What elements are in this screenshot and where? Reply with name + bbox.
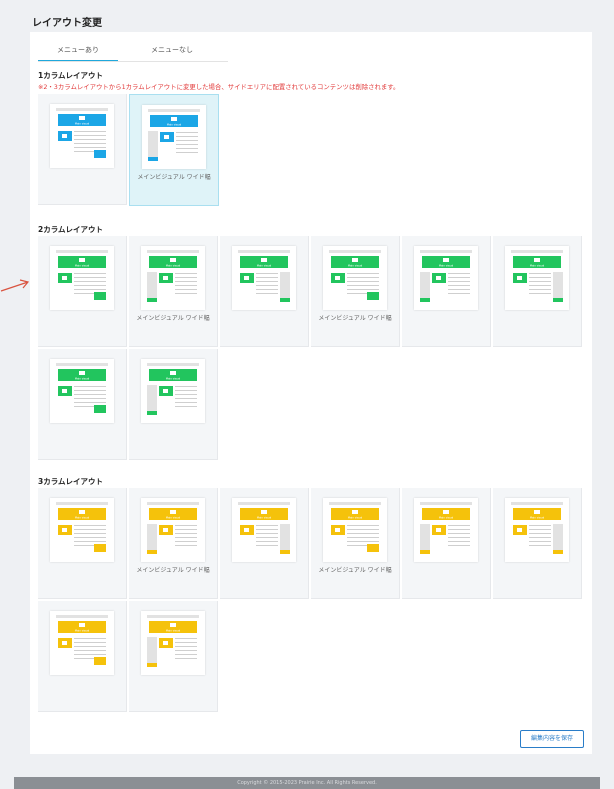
tab-without-menu[interactable]: メニューなし bbox=[132, 40, 212, 60]
layout-option-card[interactable]: Main visual メインビジュアル ワイド幅 bbox=[311, 236, 400, 347]
layout-option-card[interactable]: Main visual bbox=[493, 488, 582, 599]
section-title-two-column: 2カラムレイアウト bbox=[38, 225, 103, 234]
layout-thumbnail: Main visual bbox=[232, 246, 296, 310]
svg-text:Main visual: Main visual bbox=[166, 264, 181, 268]
layout-thumbnail: Main visual bbox=[50, 104, 114, 168]
svg-text:Main visual: Main visual bbox=[530, 516, 545, 520]
layout-option-label: メインビジュアル ワイド幅 bbox=[318, 567, 392, 574]
svg-text:Main visual: Main visual bbox=[257, 264, 272, 268]
svg-text:Main visual: Main visual bbox=[439, 264, 454, 268]
layout-option-card[interactable]: Main visual bbox=[38, 94, 127, 205]
layout-thumbnail: Main visual bbox=[414, 246, 478, 310]
tab-divider bbox=[38, 61, 228, 62]
layout-thumbnail: Main visual bbox=[50, 611, 114, 675]
layout-thumbnail: Main visual bbox=[141, 498, 205, 562]
layout-thumbnail: Main visual bbox=[505, 246, 569, 310]
layout-option-card[interactable]: Main visual bbox=[493, 236, 582, 347]
layout-thumbnail: Main visual bbox=[323, 498, 387, 562]
layout-option-card[interactable]: Main visual bbox=[38, 601, 127, 712]
layout-option-card[interactable]: Main visual メインビジュアル ワイド幅 bbox=[129, 94, 219, 206]
layout-option-label: メインビジュアル ワイド幅 bbox=[137, 174, 211, 181]
layout-thumbnail: Main visual bbox=[505, 498, 569, 562]
footer-copyright: Copyright © 2015-2023 Prairie Inc. All R… bbox=[14, 777, 600, 789]
svg-text:Main visual: Main visual bbox=[166, 377, 181, 381]
svg-text:Main visual: Main visual bbox=[75, 122, 90, 126]
svg-text:Main visual: Main visual bbox=[75, 629, 90, 633]
save-changes-button[interactable]: 編集内容を保存 bbox=[520, 730, 584, 748]
layout-option-card[interactable]: Main visual bbox=[220, 236, 309, 347]
layout-option-label: メインビジュアル ワイド幅 bbox=[318, 315, 392, 322]
section-title-three-column: 3カラムレイアウト bbox=[38, 477, 103, 486]
svg-text:Main visual: Main visual bbox=[530, 264, 545, 268]
column-warning-text: ※2・3カラムレイアウトから1カラムレイアウトに変更した場合、サイドエリアに配置… bbox=[38, 83, 400, 91]
layout-option-card[interactable]: Main visual メインビジュアル ワイド幅 bbox=[129, 488, 218, 599]
layout-thumbnail: Main visual bbox=[142, 105, 206, 169]
layout-option-card[interactable]: Main visual bbox=[38, 349, 127, 460]
layout-option-card[interactable]: Main visual メインビジュアル ワイド幅 bbox=[311, 488, 400, 599]
layout-option-card[interactable]: Main visual bbox=[220, 488, 309, 599]
layout-option-card[interactable]: Main visual bbox=[402, 488, 491, 599]
layout-option-card[interactable]: Main visual bbox=[38, 488, 127, 599]
svg-text:Main visual: Main visual bbox=[348, 264, 363, 268]
tab-with-menu[interactable]: メニューあり bbox=[38, 40, 118, 62]
section-title-one-column: 1カラムレイアウト bbox=[38, 71, 103, 80]
layout-option-card[interactable]: Main visual bbox=[402, 236, 491, 347]
svg-text:Main visual: Main visual bbox=[75, 377, 90, 381]
layout-option-card[interactable]: Main visual bbox=[129, 349, 218, 460]
layout-option-label: メインビジュアル ワイド幅 bbox=[136, 567, 210, 574]
layout-option-label: メインビジュアル ワイド幅 bbox=[136, 315, 210, 322]
svg-text:Main visual: Main visual bbox=[167, 123, 182, 127]
layout-thumbnail: Main visual bbox=[50, 359, 114, 423]
layout-option-card[interactable]: Main visual bbox=[38, 236, 127, 347]
svg-text:Main visual: Main visual bbox=[439, 516, 454, 520]
layout-thumbnail: Main visual bbox=[414, 498, 478, 562]
layout-thumbnail: Main visual bbox=[232, 498, 296, 562]
layout-thumbnail: Main visual bbox=[50, 498, 114, 562]
svg-text:Main visual: Main visual bbox=[75, 264, 90, 268]
layout-thumbnail: Main visual bbox=[141, 246, 205, 310]
svg-text:Main visual: Main visual bbox=[166, 516, 181, 520]
pointer-arrow-icon bbox=[0, 279, 30, 292]
svg-text:Main visual: Main visual bbox=[257, 516, 272, 520]
page-title: レイアウト変更 bbox=[32, 18, 102, 29]
layout-panel: メニューあり メニューなし 1カラムレイアウト ※2・3カラムレイアウトから1カ… bbox=[30, 32, 592, 754]
menu-tabs: メニューあり メニューなし bbox=[38, 40, 228, 64]
svg-text:Main visual: Main visual bbox=[348, 516, 363, 520]
layout-thumbnail: Main visual bbox=[323, 246, 387, 310]
svg-text:Main visual: Main visual bbox=[75, 516, 90, 520]
layout-option-card[interactable]: Main visual bbox=[129, 601, 218, 712]
layout-thumbnail: Main visual bbox=[141, 611, 205, 675]
layout-option-card[interactable]: Main visual メインビジュアル ワイド幅 bbox=[129, 236, 218, 347]
layout-thumbnail: Main visual bbox=[141, 359, 205, 423]
svg-text:Main visual: Main visual bbox=[166, 629, 181, 633]
layout-thumbnail: Main visual bbox=[50, 246, 114, 310]
